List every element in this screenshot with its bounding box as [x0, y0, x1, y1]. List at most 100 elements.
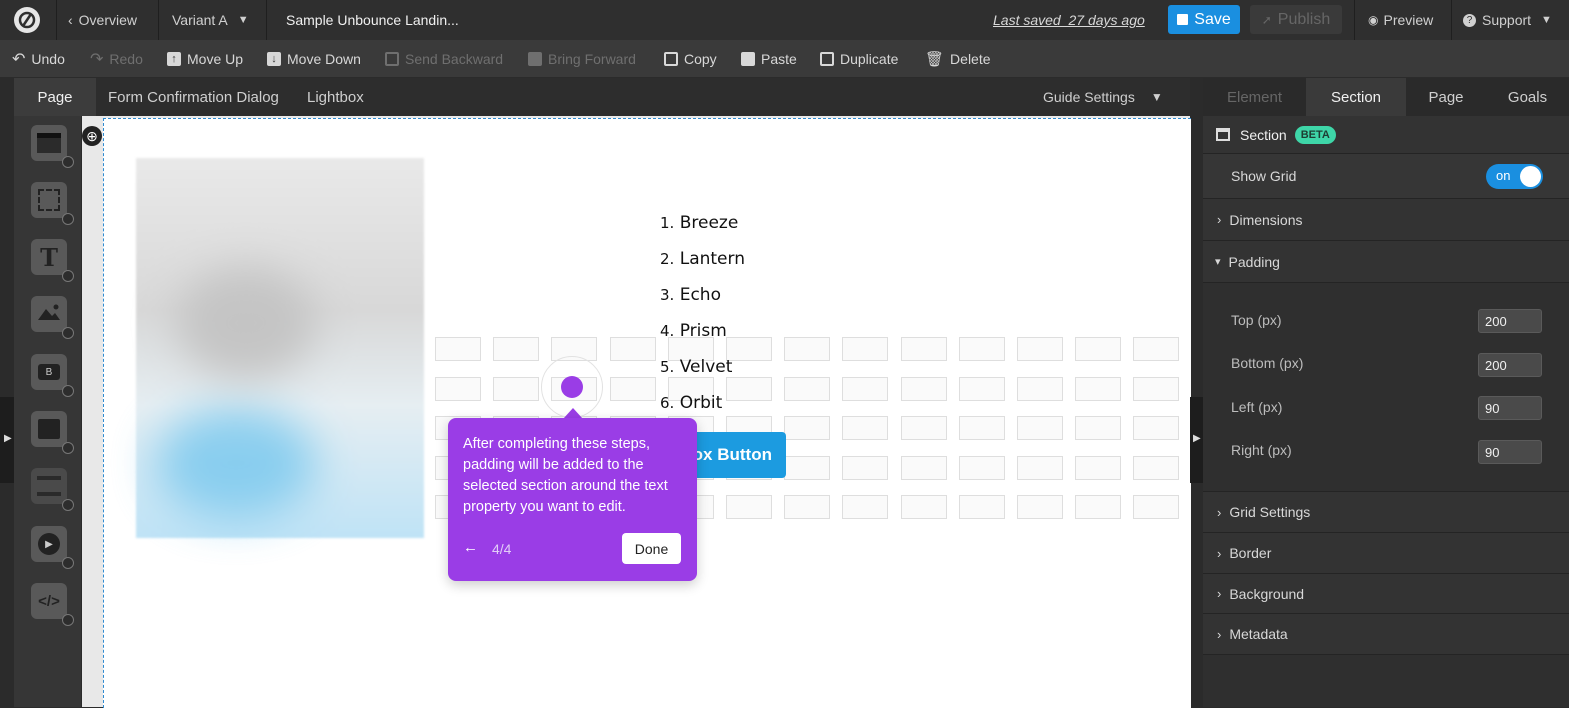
chevron-right-icon: ▶ [1193, 433, 1201, 444]
tab-form-confirmation[interactable]: Form Confirmation Dialog [108, 78, 279, 116]
drag-badge [62, 614, 74, 626]
grid-cell [842, 376, 889, 401]
dimensions-label: Dimensions [1229, 211, 1303, 228]
button-widget-button[interactable]: B [31, 354, 74, 397]
hero-image[interactable] [136, 158, 424, 538]
grid-cell [784, 337, 831, 361]
beta-badge: BETA [1294, 125, 1336, 144]
box-icon [38, 189, 60, 211]
unbounce-logo[interactable] [14, 7, 40, 33]
publish-button[interactable]: ➚ Publish [1250, 5, 1342, 34]
padding-row[interactable]: ▾ Padding [1203, 241, 1569, 283]
list-item[interactable]: 3. Echo [660, 285, 721, 305]
grid-cell [900, 337, 947, 361]
done-label: Done [634, 540, 669, 557]
box-widget-button[interactable] [31, 182, 74, 225]
text-widget-button[interactable]: T [31, 239, 74, 282]
save-button[interactable]: Save [1168, 5, 1240, 34]
grid-cell [958, 376, 1005, 401]
grid-cell [958, 455, 1005, 480]
caret-down-icon: ▼ [237, 14, 249, 26]
move-up-button[interactable]: ↑ Move Up [167, 40, 243, 77]
tooltip-done-button[interactable]: Done [622, 533, 681, 564]
list-item[interactable]: 2. Lantern [660, 249, 745, 269]
image-widget-button[interactable] [31, 296, 74, 339]
video-widget-button[interactable]: ▶ [31, 526, 74, 569]
duplicate-button[interactable]: Duplicate [820, 40, 898, 77]
copy-button[interactable]: Copy [664, 40, 717, 77]
padding-top-input[interactable]: 200 [1478, 309, 1542, 333]
last-saved-link[interactable]: Last saved 27 days ago [993, 0, 1145, 40]
drag-badge [62, 442, 74, 454]
tooltip-back-button[interactable]: ← [463, 539, 478, 556]
bring-forward-icon [528, 51, 542, 66]
grid-cell [900, 495, 947, 519]
grid-cell [1075, 416, 1122, 440]
tab-goals[interactable]: Goals [1486, 78, 1569, 116]
duplicate-icon [820, 51, 834, 66]
publish-label: Publish [1277, 10, 1331, 28]
left-panel-toggle[interactable]: ▶ [0, 397, 14, 483]
grid-settings-row[interactable]: › Grid Settings [1203, 492, 1569, 533]
list-item[interactable]: 5. Velvet [660, 357, 732, 377]
padding-left-input[interactable]: 90 [1478, 396, 1542, 420]
chevron-down-icon: ▾ [1215, 256, 1221, 268]
right-panel-toggle[interactable]: ▶ [1190, 397, 1203, 483]
preview-button[interactable]: ◉ Preview [1368, 0, 1433, 40]
list-item[interactable]: 6. Orbit [660, 393, 722, 413]
list-widget-button[interactable] [31, 468, 74, 511]
background-row[interactable]: › Background [1203, 574, 1569, 614]
tab-element[interactable]: Element [1203, 78, 1306, 116]
guide-hotspot[interactable] [561, 376, 583, 398]
list-item-number: 5. [660, 358, 675, 376]
hero-image-shadow [176, 268, 316, 378]
padding-right-label: Right (px) [1231, 442, 1292, 458]
copy-icon [664, 51, 678, 66]
caret-down-icon: ▼ [1150, 90, 1163, 104]
page-name[interactable]: Sample Unbounce Landin... [286, 0, 459, 40]
move-down-button[interactable]: ↓ Move Down [267, 40, 361, 77]
grid-cell [958, 495, 1005, 519]
metadata-row[interactable]: › Metadata [1203, 614, 1569, 655]
dimensions-row[interactable]: › Dimensions [1203, 199, 1569, 241]
support-menu[interactable]: ? Support ▼ [1463, 0, 1552, 40]
send-backward-button[interactable]: Send Backward [385, 40, 503, 77]
bring-forward-label: Bring Forward [548, 50, 636, 67]
list-item[interactable]: 4. Prism [660, 321, 727, 341]
redo-button[interactable]: ↷ Redo [90, 40, 143, 77]
form-widget-button[interactable] [31, 411, 74, 454]
tab-lightbox[interactable]: Lightbox [307, 78, 364, 116]
save-label: Save [1194, 10, 1231, 28]
show-grid-toggle[interactable]: on [1486, 164, 1543, 189]
variant-selector[interactable]: Variant A ▼ [172, 0, 249, 40]
delete-button[interactable]: 🗑 Delete [925, 40, 991, 77]
grid-cell [726, 337, 772, 361]
undo-icon: ↶ [12, 50, 26, 68]
overview-link[interactable]: ‹ Overview [68, 0, 137, 40]
guide-settings-menu[interactable]: Guide Settings ▼ [1043, 78, 1163, 116]
padding-right-input[interactable]: 90 [1478, 440, 1542, 464]
tab-page-label: Page [37, 88, 73, 106]
drag-badge [62, 213, 74, 225]
list-item-text: Orbit [679, 393, 723, 413]
toggle-knob [1520, 166, 1541, 187]
tab-section[interactable]: Section [1306, 78, 1406, 116]
grid-cell [784, 416, 831, 440]
tooltip-step-counter: 4/4 [492, 541, 512, 557]
padding-bottom-input[interactable]: 200 [1478, 353, 1542, 377]
grid-cell [1133, 495, 1180, 519]
caret-down-icon: ▼ [1541, 14, 1552, 26]
section-handle-icon[interactable]: ⊕ [82, 126, 102, 146]
rocket-icon: ➚ [1261, 12, 1272, 27]
list-item[interactable]: 1. Breeze [660, 213, 738, 233]
bring-forward-button[interactable]: Bring Forward [528, 40, 636, 77]
undo-button[interactable]: ↶ Undo [12, 40, 65, 77]
tab-page[interactable]: Page [14, 78, 96, 116]
paste-button[interactable]: Paste [741, 40, 797, 77]
border-row[interactable]: › Border [1203, 533, 1569, 574]
chevron-right-icon: › [1217, 626, 1222, 642]
tab-page-settings[interactable]: Page [1406, 78, 1486, 116]
grid-cell [900, 376, 947, 401]
html-widget-button[interactable]: </> [31, 583, 74, 626]
section-widget-button[interactable] [31, 125, 74, 168]
